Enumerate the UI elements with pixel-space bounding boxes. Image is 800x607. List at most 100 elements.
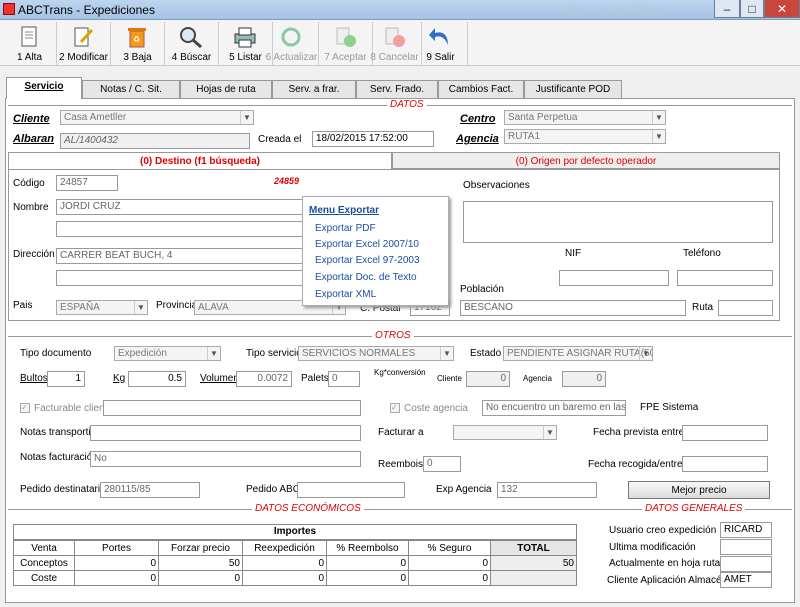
facturable-label: Facturable cliente bbox=[34, 403, 113, 414]
app-icon bbox=[3, 3, 15, 15]
table-header-row: Venta Portes Forzar precio Reexpedición … bbox=[13, 540, 577, 556]
direccion-field-2[interactable] bbox=[56, 270, 304, 286]
nombre-field-2[interactable] bbox=[56, 221, 304, 237]
cliente-label: Cliente bbox=[13, 113, 50, 125]
cliente-select[interactable]: Casa Ametller ▼ bbox=[60, 110, 254, 125]
facturable-field[interactable] bbox=[103, 400, 361, 416]
volumen-label: Volumen bbox=[200, 373, 239, 384]
kg-field[interactable]: 0.5 bbox=[128, 371, 186, 387]
usuario-label: Usuario creo expedición bbox=[609, 525, 717, 536]
agencia-label: Agencia bbox=[456, 133, 499, 145]
baja-button[interactable]: ♻ 3 Baja bbox=[111, 22, 165, 66]
tab-hojas-ruta[interactable]: Hojas de ruta bbox=[180, 80, 272, 98]
direccion-field[interactable]: CARRER BEAT BUCH, 4 bbox=[56, 248, 304, 264]
facturar-select[interactable]: ▼ bbox=[453, 425, 557, 440]
salir-button[interactable]: 9 Salir bbox=[414, 22, 468, 66]
codigo-label: Código bbox=[13, 178, 45, 189]
centro-select[interactable]: Santa Perpetua ▼ bbox=[504, 110, 666, 125]
fecha-prev-label: Fecha prevista entrega bbox=[593, 427, 696, 438]
provincia-value: ALAVA bbox=[198, 302, 229, 313]
buscar-button[interactable]: 4 Búscar bbox=[165, 22, 219, 66]
bultos-field[interactable]: 1 bbox=[47, 371, 85, 387]
facturable-checkbox[interactable]: ✓ bbox=[20, 403, 30, 413]
exp-agencia-field[interactable]: 132 bbox=[497, 482, 597, 498]
ruta-label: Ruta bbox=[692, 302, 714, 313]
nif-field[interactable] bbox=[559, 270, 669, 286]
modificar-button[interactable]: 2 Modificar bbox=[57, 22, 111, 66]
cell[interactable]: 0 bbox=[408, 555, 491, 571]
tipo-serv-select[interactable]: SERVICIOS NORMALES ▼ bbox=[298, 346, 454, 361]
tab-serv-frar[interactable]: Serv. a frar. bbox=[272, 80, 356, 98]
cell[interactable]: 0 bbox=[74, 555, 159, 571]
cliente-app-field: AMET bbox=[720, 572, 772, 588]
mejor-precio-button[interactable]: Mejor precio bbox=[628, 481, 770, 499]
modificar-label: 2 Modificar bbox=[59, 52, 108, 63]
cell[interactable]: 0 bbox=[326, 570, 409, 586]
export-text-item[interactable]: Exportar Doc. de Texto bbox=[315, 272, 417, 283]
tab-servicio[interactable]: Servicio bbox=[6, 77, 82, 99]
nombre-field[interactable]: JORDI CRUZ bbox=[56, 199, 304, 215]
pais-select[interactable]: ESPAÑA ▼ bbox=[56, 300, 148, 315]
accept-icon bbox=[336, 27, 356, 47]
cell[interactable]: 0 bbox=[74, 570, 159, 586]
pedido-abc-label: Pedido ABC bbox=[246, 484, 300, 495]
maximize-button[interactable]: □ bbox=[740, 0, 764, 18]
codigo-field[interactable]: 24857 bbox=[56, 175, 118, 191]
recycle-bin-icon: ♻ bbox=[128, 28, 146, 48]
tab-cambios-fact[interactable]: Cambios Fact. bbox=[438, 80, 524, 98]
tab-justificante-pod[interactable]: Justificante POD bbox=[524, 80, 622, 98]
chevron-down-icon: ▼ bbox=[440, 347, 453, 360]
pais-label: Pais bbox=[13, 300, 33, 311]
exp-agencia-label: Exp Agencia bbox=[436, 484, 492, 495]
cell[interactable]: 0 bbox=[242, 555, 327, 571]
col-forzar: Forzar precio bbox=[158, 540, 243, 556]
cell[interactable]: 50 bbox=[158, 555, 243, 571]
export-xml-item[interactable]: Exportar XML bbox=[315, 289, 376, 300]
notas-trans-field[interactable] bbox=[90, 425, 361, 441]
tab-notas[interactable]: Notas / C. Sit. bbox=[82, 80, 180, 98]
cell[interactable]: 0 bbox=[158, 570, 243, 586]
aceptar-label: 7 Aceptar bbox=[324, 52, 367, 63]
nombre-label: Nombre bbox=[13, 202, 49, 213]
export-excel2007-item[interactable]: Exportar Excel 2007/10 bbox=[315, 239, 419, 250]
estado-select[interactable]: PENDIENTE ASIGNAR RUTA(50) ▼ bbox=[503, 346, 653, 361]
fecha-rec-field[interactable] bbox=[682, 456, 768, 472]
telefono-field[interactable] bbox=[677, 270, 773, 286]
fecha-prev-field[interactable] bbox=[682, 425, 768, 441]
minimize-button[interactable]: – bbox=[714, 0, 740, 18]
chevron-down-icon: ▼ bbox=[652, 111, 665, 124]
notas-fact-field[interactable]: No bbox=[90, 451, 361, 467]
observaciones-field[interactable] bbox=[463, 201, 773, 243]
ruta-field[interactable] bbox=[718, 300, 773, 316]
pedido-abc-field[interactable] bbox=[297, 482, 405, 498]
export-excel97-item[interactable]: Exportar Excel 97-2003 bbox=[315, 255, 420, 266]
pedido-dest-field[interactable]: 280115/85 bbox=[100, 482, 200, 498]
alta-button[interactable]: 1 Alta bbox=[3, 22, 57, 66]
economicos-table: Venta Portes Forzar precio Reexpedición … bbox=[13, 540, 577, 586]
coste-agencia-checkbox[interactable]: ✓ bbox=[390, 403, 400, 413]
kg-label: Kg bbox=[113, 373, 126, 384]
cell[interactable]: 0 bbox=[408, 570, 491, 586]
tab-origen[interactable]: (0) Origen por defecto operador bbox=[392, 152, 780, 169]
agencia-select[interactable]: RUTA1 ▼ bbox=[504, 129, 666, 144]
poblacion-field[interactable]: BESCANO bbox=[460, 300, 686, 316]
albaran-field[interactable]: AL/1400432 bbox=[60, 133, 250, 149]
close-button[interactable]: ✕ bbox=[764, 0, 800, 18]
cliente-app-label: Cliente Aplicación Almacén bbox=[607, 575, 728, 586]
pais-value: ESPAÑA bbox=[60, 302, 100, 313]
palets-field[interactable]: 0 bbox=[328, 371, 360, 387]
aceptar-button[interactable]: 7 Aceptar bbox=[319, 22, 373, 66]
actualizar-button[interactable]: 6 Actualizar bbox=[265, 22, 319, 66]
tab-destino[interactable]: (0) Destino (f1 búsqueda) bbox=[8, 152, 392, 170]
cell[interactable]: 0 bbox=[242, 570, 327, 586]
export-menu: Menu Exportar Exportar PDF Exportar Exce… bbox=[302, 196, 449, 306]
creada-field[interactable]: 18/02/2015 17:52:00 bbox=[312, 131, 434, 147]
baremo-field[interactable]: No encuentro un baremo en las líneas bbox=[482, 400, 626, 416]
tipo-doc-select[interactable]: Expedición ▼ bbox=[114, 346, 221, 361]
cell[interactable]: 0 bbox=[326, 555, 409, 571]
reembolso-field[interactable]: 0 bbox=[423, 456, 461, 472]
tab-serv-frado[interactable]: Serv. Frado. bbox=[356, 80, 438, 98]
volumen-field[interactable]: 0.0072 bbox=[236, 371, 292, 387]
chevron-down-icon: ▼ bbox=[543, 426, 556, 439]
export-pdf-item[interactable]: Exportar PDF bbox=[315, 223, 376, 234]
